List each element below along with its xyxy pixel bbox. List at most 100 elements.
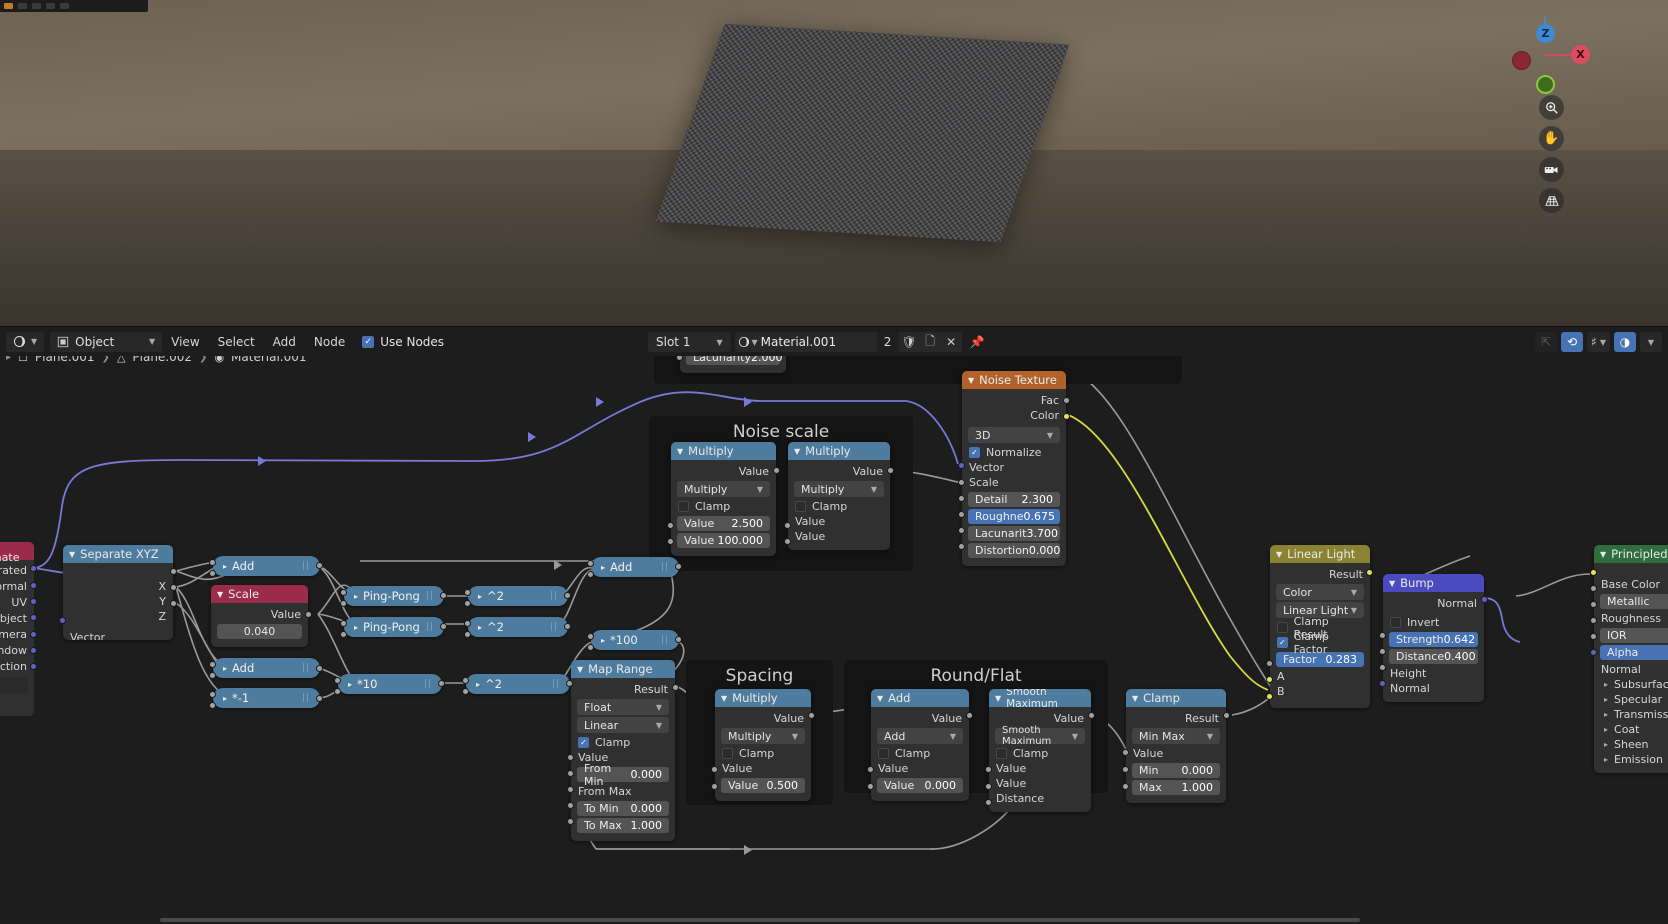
- node-principled-bsdf[interactable]: ▼ Principled BSDF Base Color Metallic Ro…: [1594, 545, 1668, 773]
- panel-subsurface[interactable]: ▸ Subsurface: [1594, 677, 1668, 692]
- node-add-right[interactable]: ▸ Add ||: [591, 557, 679, 577]
- socket-out[interactable]: [316, 665, 323, 672]
- node-add-top[interactable]: ▸ Add ||: [213, 556, 320, 576]
- socket-in-value[interactable]: [784, 522, 791, 529]
- node-noise-multiply-a[interactable]: ▼ Multiply Value Multiply ▼ Clamp Value …: [671, 442, 776, 556]
- socket-in-factor[interactable]: [1266, 660, 1273, 667]
- viewport-plane-object[interactable]: [655, 23, 1070, 243]
- node-header[interactable]: ▼ Multiply: [788, 442, 890, 460]
- socket-in[interactable]: [464, 631, 471, 638]
- node-power2-1[interactable]: ▸ ^2 ||: [468, 586, 568, 606]
- editor-type-selector[interactable]: ▼: [6, 331, 45, 352]
- shield-icon[interactable]: 🛡: [898, 332, 920, 352]
- lacunarity-field[interactable]: Lacunarity 2.000: [686, 356, 783, 365]
- chevron-right-icon[interactable]: ▸: [478, 623, 482, 632]
- horizontal-scrollbar[interactable]: [160, 918, 1360, 922]
- material-browse-icon[interactable]: ▼: [735, 336, 761, 348]
- from-min-field[interactable]: From Min 0.000: [577, 762, 669, 788]
- strength-field[interactable]: Strength 0.642: [1389, 632, 1478, 647]
- gizmo-ball-neg-z[interactable]: [1536, 75, 1555, 94]
- socket-in-value[interactable]: [711, 783, 718, 790]
- socket-in[interactable]: [334, 677, 341, 684]
- menu-view[interactable]: View: [162, 335, 208, 349]
- socket-in-value[interactable]: [1122, 749, 1129, 756]
- chevron-right-icon[interactable]: ▸: [601, 563, 605, 572]
- socket-out[interactable]: [440, 592, 447, 599]
- socket-in-normal[interactable]: [1590, 649, 1597, 656]
- operation-dropdown[interactable]: Smooth Maximum ▼: [995, 725, 1085, 747]
- roughness-field[interactable]: Roughne 0.675: [968, 509, 1060, 524]
- socket-in-min[interactable]: [1122, 766, 1129, 773]
- node-header[interactable]: ▼ Smooth Maximum: [989, 689, 1091, 710]
- node-spacing-multiply[interactable]: ▼ Multiply Value Multiply ▼ Clamp Value …: [715, 689, 811, 801]
- socket-in-b[interactable]: [1266, 693, 1273, 700]
- invert-checkbox[interactable]: Invert: [1383, 615, 1484, 630]
- detail-field[interactable]: Detail 2.300: [968, 492, 1060, 507]
- socket-out-y[interactable]: [170, 584, 177, 591]
- camera-icon[interactable]: [1539, 157, 1564, 182]
- socket-in-ior[interactable]: [1590, 617, 1597, 624]
- socket-out[interactable]: [564, 592, 571, 599]
- material-users-count[interactable]: 2: [876, 332, 899, 352]
- socket-in-base-color[interactable]: [1590, 569, 1597, 576]
- chevron-down-icon[interactable]: ▼: [721, 694, 727, 703]
- distance-field[interactable]: Distance 0.400: [1389, 649, 1478, 664]
- gizmo-ball-neg-x[interactable]: [1512, 51, 1531, 70]
- socket-out-value[interactable]: [808, 712, 815, 719]
- socket-in-value[interactable]: [985, 783, 992, 790]
- clamp-checkbox[interactable]: Clamp: [715, 746, 811, 761]
- chevron-down-icon[interactable]: ▼: [577, 665, 583, 674]
- socket-out-value[interactable]: [1088, 712, 1095, 719]
- socket-in[interactable]: [464, 589, 471, 596]
- breadcrumb-item-material[interactable]: Material.001: [231, 356, 306, 364]
- min-field[interactable]: Min 0.000: [1132, 763, 1220, 778]
- socket-out-result[interactable]: [1223, 712, 1230, 719]
- socket-in[interactable]: [209, 672, 216, 679]
- node-power2-2[interactable]: ▸ ^2 ||: [468, 617, 568, 637]
- socket-out[interactable]: [438, 680, 445, 687]
- chevron-right-icon[interactable]: ▸: [354, 623, 358, 632]
- panel-transmission[interactable]: ▸ Transmission: [1594, 707, 1668, 722]
- chevron-right-icon[interactable]: ▸: [601, 636, 605, 645]
- gizmo-ball-z[interactable]: Z: [1536, 24, 1555, 43]
- socket-out-normal[interactable]: [1481, 596, 1488, 603]
- chevron-right-icon[interactable]: ▸: [478, 592, 482, 601]
- socket-in-detail[interactable]: [958, 495, 965, 502]
- clamp-checkbox[interactable]: Clamp: [788, 499, 890, 514]
- socket-in[interactable]: [464, 600, 471, 607]
- chevron-down-icon[interactable]: ▼: [677, 447, 683, 456]
- value-field[interactable]: Value 0.500: [721, 778, 805, 793]
- socket-in[interactable]: [587, 644, 594, 651]
- socket-out[interactable]: [675, 636, 682, 643]
- node-canvas[interactable]: ▸ ☐ Plane.001 ❯ △ Plane.002 ❯ ◉ Material…: [0, 356, 1668, 924]
- data-type-dropdown[interactable]: Float ▼: [577, 699, 669, 715]
- node-multiply-10[interactable]: ▸ *10 ||: [338, 674, 442, 694]
- node-header[interactable]: ▼ Multiply: [671, 442, 776, 460]
- socket-object[interactable]: [30, 614, 37, 621]
- chevron-right-icon[interactable]: ▸: [348, 680, 352, 689]
- value-field[interactable]: Value 0.000: [877, 778, 963, 793]
- node-header[interactable]: ▼ Multiply: [715, 689, 811, 707]
- material-name[interactable]: Material.001: [761, 335, 877, 349]
- socket-normal[interactable]: [30, 582, 37, 589]
- socket-in[interactable]: [209, 702, 216, 709]
- node-header[interactable]: ▼ Clamp: [1126, 689, 1226, 707]
- socket-in[interactable]: [340, 631, 347, 638]
- socket-out[interactable]: [316, 695, 323, 702]
- material-datablock-field[interactable]: ▼ Material.001 2 🛡 🗋 ✕: [734, 332, 962, 352]
- object-field-label[interactable]: Object: [0, 696, 34, 712]
- socket-out[interactable]: [675, 563, 682, 570]
- socket-out-value[interactable]: [305, 611, 312, 618]
- material-slot-selector[interactable]: Slot 1 ▼: [648, 332, 731, 352]
- node-multiply-100[interactable]: ▸ *100 ||: [591, 630, 679, 650]
- chevron-right-icon[interactable]: ▸: [354, 592, 358, 601]
- eyedropper-icon[interactable]: 🕯: [0, 677, 28, 694]
- snap-magnet-icon[interactable]: ⟲: [1561, 332, 1584, 352]
- chevron-right-icon[interactable]: ▸: [223, 694, 227, 703]
- panel-sheen[interactable]: ▸ Sheen: [1594, 737, 1668, 752]
- socket-out-z[interactable]: [170, 600, 177, 607]
- node-noise-texture[interactable]: ▼ Noise Texture Fac Color 3D ▼ ✓ Normali…: [962, 371, 1066, 566]
- socket-in-vector[interactable]: [59, 617, 66, 624]
- socket-in-alpha[interactable]: [1590, 633, 1597, 640]
- operation-dropdown[interactable]: Multiply ▼: [721, 728, 805, 744]
